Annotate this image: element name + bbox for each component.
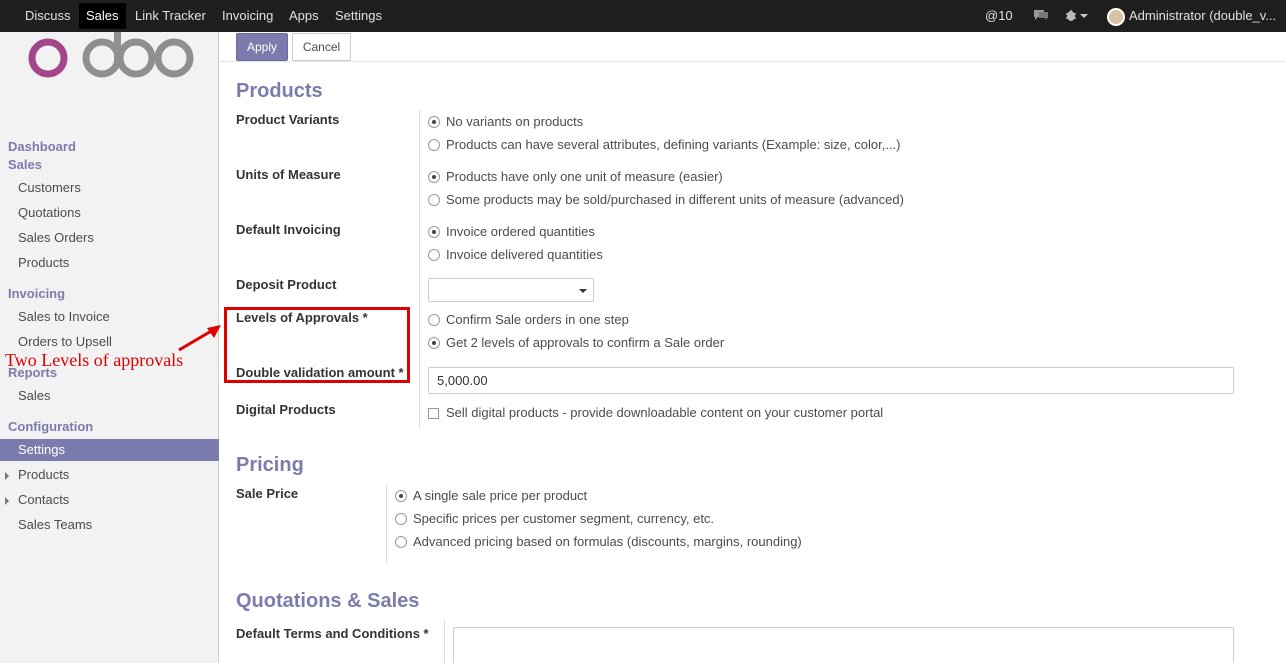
radio-two-levels-approval[interactable]: Get 2 levels of approvals to confirm a S… xyxy=(428,335,724,350)
radio-advanced-pricing[interactable]: Advanced pricing based on formulas (disc… xyxy=(395,534,802,549)
caret-right-icon xyxy=(5,497,9,505)
mentions-counter[interactable]: @10 xyxy=(985,0,1013,32)
avatar xyxy=(1107,7,1125,26)
label-deposit-product: Deposit Product xyxy=(236,277,337,292)
nav-apps[interactable]: Apps xyxy=(282,0,326,32)
caret-right-icon xyxy=(5,472,9,480)
sidebar-item-label: Contacts xyxy=(18,492,70,507)
label-digital-products: Digital Products xyxy=(236,402,336,417)
deposit-product-select[interactable] xyxy=(428,278,594,302)
nav-settings[interactable]: Settings xyxy=(328,0,389,32)
cancel-button[interactable]: Cancel xyxy=(292,33,351,61)
sidebar-head-dashboard[interactable]: Dashboard xyxy=(8,139,76,154)
radio-confirm-one-step[interactable]: Confirm Sale orders in one step xyxy=(428,312,629,327)
sidebar-item-sales-teams[interactable]: Sales Teams xyxy=(0,514,219,536)
nav-sales[interactable]: Sales xyxy=(79,3,126,29)
divider xyxy=(444,620,445,663)
user-menu[interactable]: Administrator (double_v... xyxy=(1107,0,1276,32)
chevron-down-icon xyxy=(579,289,587,293)
radio-variants[interactable]: Products can have several attributes, de… xyxy=(428,137,901,152)
user-name: Administrator (double_v... xyxy=(1129,8,1277,23)
sidebar-head-sales: Sales xyxy=(8,157,42,172)
annotation-highlight-box xyxy=(224,307,410,383)
radio-single-sale-price[interactable]: A single sale price per product xyxy=(395,488,587,503)
nav-discuss[interactable]: Discuss xyxy=(18,0,78,32)
sidebar-head-configuration: Configuration xyxy=(8,419,94,434)
label-sale-price: Sale Price xyxy=(236,486,299,501)
double-validation-amount-input[interactable]: 5,000.00 xyxy=(428,367,1234,394)
sidebar-item-settings[interactable]: Settings xyxy=(0,439,219,461)
apply-button[interactable]: Apply xyxy=(236,33,288,61)
nav-invoicing[interactable]: Invoicing xyxy=(215,0,280,32)
radio-no-variants[interactable]: No variants on products xyxy=(428,114,583,129)
radio-single-uom[interactable]: Products have only one unit of measure (… xyxy=(428,169,723,184)
top-navbar: Discuss Sales Link Tracker Invoicing App… xyxy=(0,0,1286,32)
radio-invoice-delivered[interactable]: Invoice delivered quantities xyxy=(428,247,603,262)
annotation-label: Two Levels of approvals xyxy=(5,350,184,370)
section-title-products: Products xyxy=(236,80,323,102)
sidebar-item-customers[interactable]: Customers xyxy=(0,177,219,199)
sidebar-item-reports-sales[interactable]: Sales xyxy=(0,385,219,407)
sidebar-item-products[interactable]: Products xyxy=(0,252,219,274)
label-default-invoicing: Default Invoicing xyxy=(236,222,341,237)
sidebar-item-sales-orders[interactable]: Sales Orders xyxy=(0,227,219,249)
chat-icon[interactable] xyxy=(1032,0,1050,32)
sidebar-item-contacts[interactable]: Contacts xyxy=(0,489,219,511)
radio-invoice-ordered[interactable]: Invoice ordered quantities xyxy=(428,224,595,239)
label-default-terms: Default Terms and Conditions * xyxy=(236,626,429,641)
divider xyxy=(386,485,387,563)
radio-multi-uom[interactable]: Some products may be sold/purchased in d… xyxy=(428,192,904,207)
section-title-pricing: Pricing xyxy=(236,454,304,476)
checkbox-digital-products[interactable]: Sell digital products - provide download… xyxy=(428,405,883,420)
divider xyxy=(419,110,420,428)
default-terms-textarea[interactable] xyxy=(453,627,1234,663)
control-panel xyxy=(220,32,1286,62)
label-units-of-measure: Units of Measure xyxy=(236,167,341,182)
radio-specific-prices[interactable]: Specific prices per customer segment, cu… xyxy=(395,511,714,526)
sidebar-item-quotations[interactable]: Quotations xyxy=(0,202,219,224)
section-title-quotations-sales: Quotations & Sales xyxy=(236,590,420,612)
debug-bug-icon[interactable] xyxy=(1065,0,1089,32)
label-product-variants: Product Variants xyxy=(236,112,340,127)
odoo-logo xyxy=(28,32,194,78)
sidebar-head-invoicing: Invoicing xyxy=(8,286,66,301)
sidebar-item-config-products[interactable]: Products xyxy=(0,464,219,486)
sidebar-item-label: Products xyxy=(18,467,70,482)
nav-link-tracker[interactable]: Link Tracker xyxy=(128,0,213,32)
